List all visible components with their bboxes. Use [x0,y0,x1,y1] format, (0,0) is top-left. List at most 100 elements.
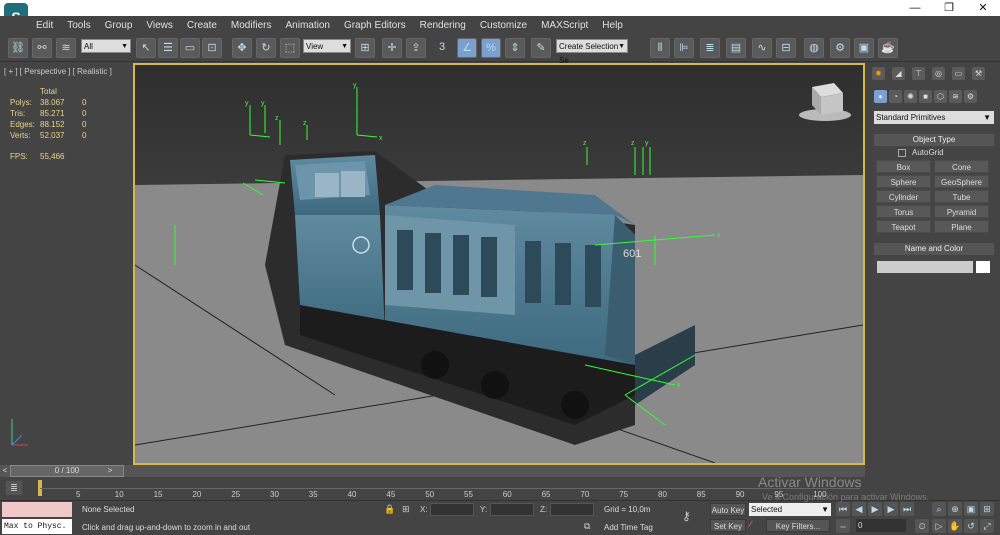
goto-end-icon[interactable]: ⏭ [900,502,914,516]
curve-editor-icon[interactable]: ∿ [752,38,772,58]
bind-space-warp-icon[interactable]: ≋ [56,38,76,58]
material-editor-icon[interactable]: ◍ [804,38,824,58]
geosphere-button[interactable]: GeoSphere [934,175,989,188]
modify-tab-icon[interactable]: ◢ [892,67,905,80]
play-icon[interactable]: ▶ [868,502,882,516]
menu-create[interactable]: Create [187,20,217,31]
minimize-button[interactable]: — [898,0,932,16]
render-production-icon[interactable]: ☕ [878,38,898,58]
set-key-button[interactable]: Set Key [710,519,746,532]
teapot-button[interactable]: Teapot [876,220,931,233]
helpers-icon[interactable]: ⬡ [934,90,947,103]
keyboard-shortcut-override-icon[interactable]: ⇪ [406,38,426,58]
zoom-icon[interactable]: ⌕ [932,502,946,516]
spinner-snap-icon[interactable]: ⇕ [505,38,525,58]
zoom-extents-all-icon[interactable]: ⊞ [980,502,994,516]
display-tab-icon[interactable]: ▭ [952,67,965,80]
utilities-tab-icon[interactable]: ⚒ [972,67,985,80]
key-tangent-icon[interactable]: ∕ [750,519,752,529]
menu-views[interactable]: Views [146,20,173,31]
maxscript-output[interactable] [2,502,72,517]
y-coord-input[interactable] [490,503,534,516]
zoom-extents-icon[interactable]: ▣ [964,502,978,516]
cone-button[interactable]: Cone [934,160,989,173]
schematic-view-icon[interactable]: ⊟ [776,38,796,58]
maxscript-input[interactable]: Max to Physc. [2,519,72,534]
key-filters-button[interactable]: Key Filters... [766,519,830,532]
select-by-name-icon[interactable]: ☰ [158,38,178,58]
menu-modifiers[interactable]: Modifiers [231,20,272,31]
key-mode-toggle-icon[interactable]: ⇔ [836,519,850,533]
menu-help[interactable]: Help [602,20,623,31]
name-and-color-rollout[interactable]: Name and Color [874,243,994,255]
object-type-rollout[interactable]: Object Type [874,134,994,146]
link-icon[interactable]: ⛓ [8,38,28,58]
tube-button[interactable]: Tube [934,190,989,203]
mini-curve-editor-icon[interactable]: ≣ [6,481,22,495]
shapes-icon[interactable]: ◔ [889,90,902,103]
align-icon[interactable]: ⊫ [674,38,694,58]
lights-icon[interactable]: ✺ [904,90,917,103]
move-icon[interactable]: ✥ [232,38,252,58]
motion-tab-icon[interactable]: ◎ [932,67,945,80]
pyramid-button[interactable]: Pyramid [934,205,989,218]
render-setup-icon[interactable]: ⚙ [830,38,850,58]
autogrid-checkbox[interactable] [898,149,906,157]
maximize-viewport-icon[interactable]: ⤢ [980,519,994,533]
zoom-all-icon[interactable]: ⊕ [948,502,962,516]
time-config-icon[interactable]: ⏲ [915,519,929,533]
selection-filter-dropdown[interactable]: All ▼ [81,39,131,53]
menu-tools[interactable]: Tools [67,20,90,31]
viewport-label[interactable]: [ + ] [ Perspective ] [ Realistic ] [4,67,112,76]
auto-key-button[interactable]: Auto Key [710,503,746,516]
menu-maxscript[interactable]: MAXScript [541,20,588,31]
rendered-frame-window-icon[interactable]: ▣ [854,38,874,58]
box-button[interactable]: Box [876,160,931,173]
track-bar[interactable]: ≣ 5 10 15 20 25 30 35 40 45 50 55 60 65 70 75 80 85 90 95 1… [0,478,865,500]
pivot-center-icon[interactable]: ⊞ [355,38,375,58]
z-coord-input[interactable] [550,503,594,516]
window-crossing-icon[interactable]: ⊡ [202,38,222,58]
named-selection-set-field[interactable]: Create Selection Se ▼ [556,39,628,65]
unlink-icon[interactable]: ⚯ [32,38,52,58]
time-prev-button[interactable]: < [0,465,10,477]
pan-icon[interactable]: ✋ [948,519,962,533]
menu-group[interactable]: Group [105,20,133,31]
mirror-icon[interactable]: ⫴ [650,38,670,58]
perspective-viewport[interactable]: 601 y y z z y x z z y x x [133,63,865,465]
geometry-icon[interactable]: ● [874,90,887,103]
maximize-button[interactable]: ❐ [932,0,966,16]
ribbon-icon[interactable]: ▤ [726,38,746,58]
cameras-icon[interactable]: ■ [919,90,932,103]
time-next-button[interactable]: > [105,465,115,477]
rotate-icon[interactable]: ↻ [256,38,276,58]
key-icon[interactable]: ⚷ [682,509,691,523]
primitive-category-dropdown[interactable]: Standard Primitives ▼ [874,111,994,124]
scale-icon[interactable]: ⬚ [280,38,300,58]
object-color-swatch[interactable] [976,261,990,273]
menu-graph-editors[interactable]: Graph Editors [344,20,406,31]
lock-selection-icon[interactable]: 🔒 [384,504,395,515]
goto-start-icon[interactable]: ⏮ [836,502,850,516]
orbit-icon[interactable]: ↺ [964,519,978,533]
prev-frame-icon[interactable]: ◀ [852,502,866,516]
object-name-input[interactable] [877,261,973,273]
rect-selection-icon[interactable]: ▭ [180,38,200,58]
percent-snap-icon[interactable]: % [481,38,501,58]
angle-snap-icon[interactable]: ∠ [457,38,477,58]
create-tab-icon[interactable]: ✸ [872,67,885,80]
x-coord-input[interactable] [430,503,474,516]
menu-rendering[interactable]: Rendering [420,20,466,31]
field-of-view-icon[interactable]: ▷ [932,519,946,533]
edit-named-sets-icon[interactable]: ✎ [531,38,551,58]
close-button[interactable]: ✕ [966,0,1000,16]
plane-button[interactable]: Plane [934,220,989,233]
cylinder-button[interactable]: Cylinder [876,190,931,203]
select-object-icon[interactable]: ↖ [136,38,156,58]
absolute-mode-icon[interactable]: ⊞ [402,504,410,515]
menu-edit[interactable]: Edit [36,20,53,31]
reference-coord-dropdown[interactable]: View ▼ [303,39,351,53]
key-mode-dropdown[interactable]: Selected ▼ [749,503,831,516]
current-frame-field[interactable]: 0 [856,519,906,532]
snap-toggle-button[interactable]: 3 [432,38,452,58]
